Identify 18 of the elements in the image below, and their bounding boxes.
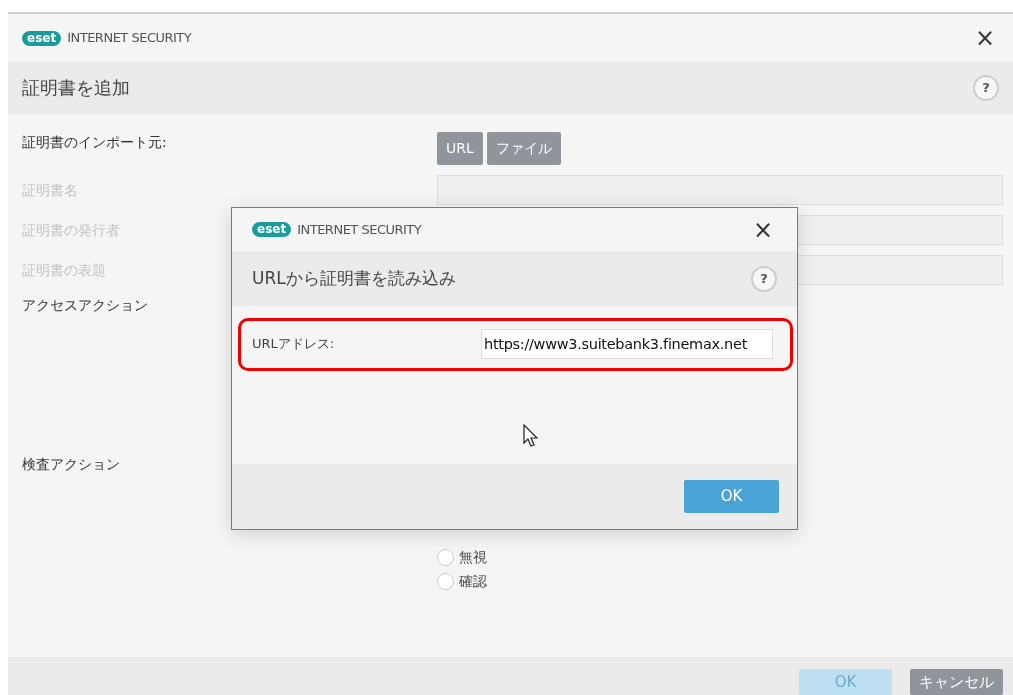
cursor-icon: [523, 424, 539, 448]
help-button[interactable]: ?: [751, 265, 777, 292]
dialog-title: INTERNET SECURITY: [297, 220, 422, 239]
dialog-heading: URLから証明書を読み込み: [252, 268, 456, 289]
close-button[interactable]: ×: [748, 217, 777, 242]
field-label: 証明書のインポート元:: [22, 133, 167, 152]
field-label: 検査アクション: [22, 455, 120, 474]
field-label: アクセスアクション: [22, 296, 148, 315]
close-button[interactable]: ×: [970, 26, 999, 50]
window-title: INTERNET SECURITY: [67, 29, 192, 48]
radio-option[interactable]: 確認: [437, 571, 1003, 592]
help-button[interactable]: ?: [973, 75, 999, 101]
logo: eset: [252, 222, 292, 237]
page-heading: 証明書を追加: [22, 77, 130, 99]
logo: eset: [22, 30, 62, 46]
radio-option[interactable]: 無視: [437, 547, 1003, 568]
url-field[interactable]: https://www3.suitebank3.finemax.net: [481, 329, 773, 359]
field-label: URLアドレス:: [252, 335, 335, 354]
